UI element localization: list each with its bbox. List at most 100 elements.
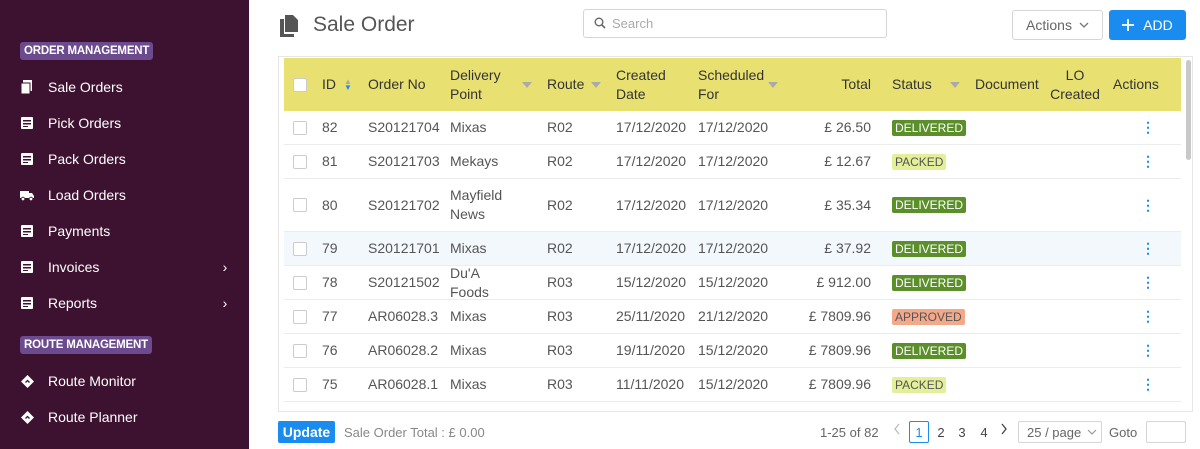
column-header-status[interactable]: Status xyxy=(892,58,932,111)
row-actions-kebab-icon[interactable]: ⋮ xyxy=(1141,334,1155,367)
row-actions-kebab-icon[interactable]: ⋮ xyxy=(1141,266,1155,299)
page-2-button[interactable]: 2 xyxy=(931,421,951,443)
row-actions-kebab-icon[interactable]: ⋮ xyxy=(1141,111,1155,144)
cell-id: 81 xyxy=(322,153,338,169)
table-row[interactable]: 79 S20121701 Mixas R02 17/12/2020 17/12/2020 £… xyxy=(284,232,1181,266)
cell-status: PACKED xyxy=(892,368,947,401)
column-header-id[interactable]: ID xyxy=(322,58,336,111)
goto-page-input[interactable] xyxy=(1146,421,1186,443)
sidebar-item-route-planner[interactable]: Route Planner xyxy=(20,405,230,429)
cell-total: £ 37.92 xyxy=(824,240,871,256)
filter-icon[interactable] xyxy=(768,82,778,88)
page-1-button[interactable]: 1 xyxy=(909,421,929,443)
row-checkbox[interactable] xyxy=(293,334,307,367)
cell-delivery-point: Mekays xyxy=(450,153,499,169)
filter-icon[interactable] xyxy=(522,82,532,88)
sidebar-item-pack-orders[interactable]: Pack Orders xyxy=(20,147,230,171)
list-icon xyxy=(20,260,34,274)
sidebar-item-load-orders[interactable]: Load Orders xyxy=(20,183,230,207)
column-header-document: Document xyxy=(975,76,1039,92)
cell-created: 17/12/2020 xyxy=(616,240,687,256)
cell-scheduled: 17/12/2020 xyxy=(698,119,769,135)
sidebar-item-label: Load Orders xyxy=(48,187,126,203)
sidebar: ORDER MANAGEMENT Sale Orders Pick Orders… xyxy=(0,0,249,449)
cell-id: 79 xyxy=(322,240,338,256)
column-header-delivery-point[interactable]: Delivery Point xyxy=(450,58,510,111)
cell-total: £ 35.34 xyxy=(824,196,871,213)
cell-route: R03 xyxy=(547,376,573,392)
filter-icon[interactable] xyxy=(591,82,601,88)
row-actions-kebab-icon[interactable]: ⋮ xyxy=(1141,368,1155,401)
table-row[interactable]: 81 S20121703 Mekays R02 17/12/2020 17/12/2020… xyxy=(284,145,1181,179)
column-header-total[interactable]: Total xyxy=(784,58,871,111)
add-button[interactable]: ADD xyxy=(1109,10,1186,40)
goto-label: Goto xyxy=(1109,425,1138,440)
scrollbar-thumb[interactable] xyxy=(1186,60,1191,160)
cell-created: 17/12/2020 xyxy=(616,119,687,135)
cell-delivery-point: Du'A Foods xyxy=(450,264,489,300)
update-button[interactable]: Update xyxy=(278,421,335,443)
cell-scheduled: 15/12/2020 xyxy=(698,376,769,392)
column-header-scheduled-for[interactable]: Scheduled For xyxy=(698,58,768,111)
row-actions-kebab-icon[interactable]: ⋮ xyxy=(1141,232,1155,265)
row-actions-kebab-icon[interactable]: ⋮ xyxy=(1141,145,1155,178)
sort-icon[interactable]: ▲ ▼ xyxy=(344,78,352,92)
diamond-icon xyxy=(20,410,34,424)
column-header-created-date[interactable]: Created Date xyxy=(616,58,671,111)
cell-total: £ 7809.96 xyxy=(808,342,871,358)
cell-scheduled: 17/12/2020 xyxy=(698,153,769,169)
table-row[interactable]: 80 S20121702 Mayfield News R02 17/12/2020 17/… xyxy=(284,179,1181,232)
page-3-button[interactable]: 3 xyxy=(952,421,972,443)
column-header-order-no[interactable]: Order No xyxy=(368,58,426,111)
list-icon xyxy=(20,116,34,130)
row-checkbox[interactable] xyxy=(293,111,307,144)
sidebar-item-label: Reports xyxy=(48,295,98,311)
status-badge: DELIVERED xyxy=(892,274,967,291)
row-checkbox[interactable] xyxy=(293,145,307,178)
sidebar-item-route-monitor[interactable]: Route Monitor xyxy=(20,369,230,393)
sidebar-item-label: Pack Orders xyxy=(48,151,126,167)
row-checkbox[interactable] xyxy=(293,179,307,231)
sidebar-item-sale-orders[interactable]: Sale Orders xyxy=(20,75,230,99)
cell-total: £ 912.00 xyxy=(816,274,872,290)
table-row[interactable]: 76 AR06028.2 Mixas R03 19/11/2020 15/12/2020 £… xyxy=(284,334,1181,368)
filter-icon[interactable] xyxy=(950,82,960,88)
row-actions-kebab-icon[interactable]: ⋮ xyxy=(1141,179,1155,231)
page-4-button[interactable]: 4 xyxy=(974,421,994,443)
column-header-route[interactable]: Route xyxy=(547,58,584,111)
status-badge: DELIVERED xyxy=(892,342,967,359)
select-all-checkbox[interactable] xyxy=(293,58,307,111)
search-input[interactable] xyxy=(612,16,872,31)
sidebar-item-payments[interactable]: Payments xyxy=(20,219,230,243)
search-box[interactable] xyxy=(583,9,887,38)
cell-order-no: S20121701 xyxy=(368,240,440,256)
plus-icon xyxy=(1122,15,1135,35)
page-size-select[interactable]: 25 / page xyxy=(1018,421,1102,443)
prev-page-icon[interactable] xyxy=(893,423,901,438)
table-row[interactable]: 75 AR06028.1 Mixas R03 11/11/2020 15/12/2020 £… xyxy=(284,368,1181,402)
actions-dropdown-button[interactable]: Actions xyxy=(1012,10,1103,40)
table-row[interactable]: 82 S20121704 Mixas R02 17/12/2020 17/12/2020 £… xyxy=(284,111,1181,145)
next-page-icon[interactable] xyxy=(1000,423,1008,438)
cell-route: R02 xyxy=(547,196,573,213)
cell-delivery-point: Mixas xyxy=(450,376,487,392)
sidebar-item-reports[interactable]: Reports › xyxy=(20,291,230,315)
cell-route: R02 xyxy=(547,119,573,135)
cell-total: £ 7809.96 xyxy=(808,376,871,392)
row-checkbox[interactable] xyxy=(293,232,307,265)
cell-status: PACKED xyxy=(892,145,947,178)
row-checkbox[interactable] xyxy=(293,266,307,299)
table-row[interactable]: 77 AR06028.3 Mixas R03 25/11/2020 21/12/2020 £… xyxy=(284,300,1181,334)
row-actions-kebab-icon[interactable]: ⋮ xyxy=(1141,300,1155,333)
table-row[interactable]: 78 S20121502 Du'A Foods R03 15/12/2020 15/12/… xyxy=(284,264,1181,300)
cell-scheduled: 17/12/2020 xyxy=(698,240,769,256)
sidebar-item-invoices[interactable]: Invoices › xyxy=(20,255,230,279)
page-title: Sale Order xyxy=(313,13,415,36)
cell-route: R03 xyxy=(547,274,573,290)
sidebar-item-label: Invoices xyxy=(48,259,100,275)
diamond-icon xyxy=(20,374,34,388)
cell-scheduled: 17/12/2020 xyxy=(698,196,769,213)
row-checkbox[interactable] xyxy=(293,368,307,401)
row-checkbox[interactable] xyxy=(293,300,307,333)
sidebar-item-pick-orders[interactable]: Pick Orders xyxy=(20,111,230,135)
